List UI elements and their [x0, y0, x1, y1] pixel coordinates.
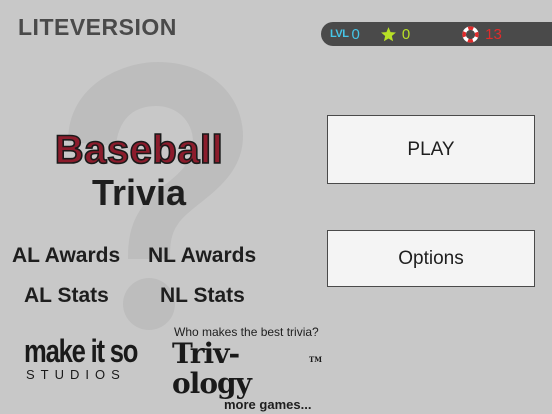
logo-baseball: Baseball — [54, 127, 224, 173]
more-games-text: more games... — [224, 397, 312, 412]
category-nl-stats[interactable]: NL Stats — [160, 284, 245, 308]
options-button[interactable]: Options — [327, 230, 535, 287]
lives-value: 13 — [485, 25, 502, 43]
category-nl-awards[interactable]: NL Awards — [148, 244, 256, 268]
lives-indicator: 13 — [462, 26, 502, 43]
trivology-logo-text: Triv-ology — [172, 337, 252, 400]
make-it-so-studios-logo[interactable]: make it so STUDIOS — [24, 335, 152, 382]
category-al-awards[interactable]: AL Awards — [12, 244, 120, 268]
stars-indicator: 0 — [380, 26, 410, 43]
level-indicator: LVL 0 — [330, 26, 360, 43]
status-bar: LVL 0 0 13 — [321, 22, 552, 46]
play-button[interactable]: PLAY — [327, 115, 535, 184]
level-value: 0 — [351, 25, 360, 43]
stars-value: 0 — [401, 25, 411, 43]
trivology-logo: Triv-ology TM — [172, 339, 322, 399]
life-ring-icon — [462, 25, 479, 43]
studio-sub-text: STUDIOS — [26, 367, 126, 382]
studio-main-text: make it so — [24, 333, 138, 369]
category-al-stats[interactable]: AL Stats — [24, 284, 109, 308]
level-label: LVL — [330, 28, 349, 40]
star-icon — [380, 26, 396, 41]
edition-label: LITEVERSION — [18, 14, 177, 40]
trivology-more-games-link[interactable]: Who makes the best trivia? Triv-ology TM… — [172, 325, 322, 412]
logo-trivia: Trivia — [91, 172, 187, 213]
trademark-mark: TM — [309, 355, 322, 364]
